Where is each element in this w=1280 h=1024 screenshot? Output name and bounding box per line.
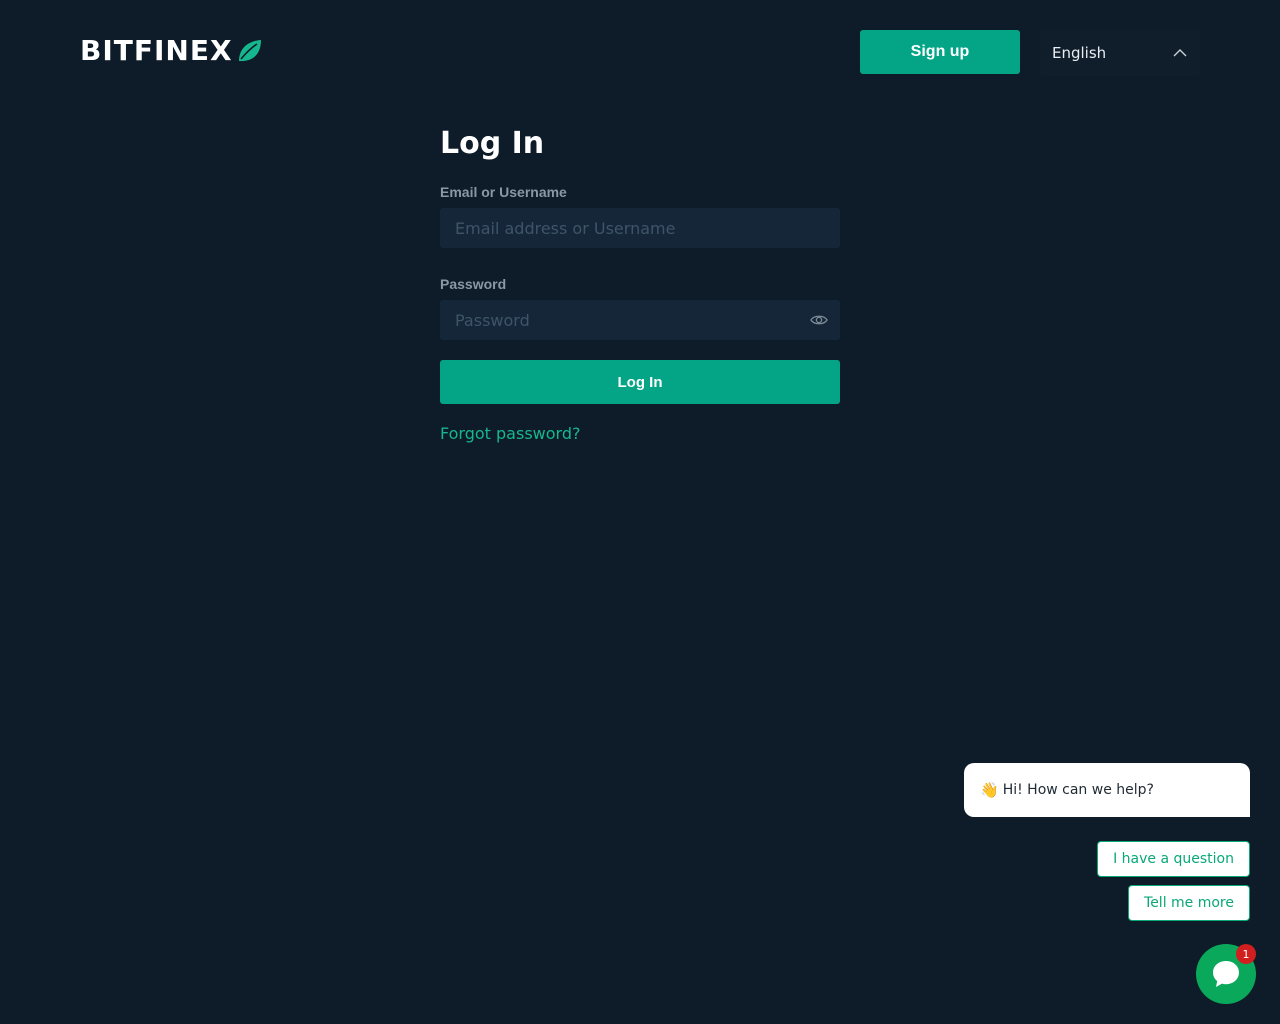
email-label: Email or Username <box>440 184 567 200</box>
password-input[interactable] <box>440 300 840 340</box>
chat-option-question[interactable]: I have a question <box>1097 841 1250 877</box>
language-label: English <box>1052 44 1107 62</box>
password-field-wrapper <box>440 300 840 340</box>
email-input[interactable] <box>440 208 840 248</box>
chat-greeting-bubble[interactable]: 👋 Hi! How can we help? <box>964 763 1250 817</box>
chat-bubble-icon <box>1213 961 1239 987</box>
logo-text: BITFINEX <box>80 34 233 67</box>
login-button[interactable]: Log In <box>440 360 840 404</box>
login-form: Log In Email or Username Password Log In… <box>440 126 840 444</box>
password-label: Password <box>440 276 507 292</box>
chat-greeting-text: Hi! How can we help? <box>1002 782 1154 798</box>
chevron-up-icon <box>1173 49 1187 57</box>
signup-button[interactable]: Sign up <box>860 30 1020 74</box>
leaf-icon <box>238 40 261 62</box>
unread-badge: 1 <box>1236 944 1256 964</box>
forgot-password-link[interactable]: Forgot password? <box>440 424 580 443</box>
login-page: BITFINEX Sign up English Log In Email or… <box>0 0 1280 1024</box>
waving-hand-icon: 👋 <box>980 781 999 799</box>
email-field-wrapper <box>440 208 840 248</box>
language-select[interactable]: English <box>1040 30 1200 76</box>
eye-icon[interactable] <box>810 311 828 329</box>
chat-option-tell-more[interactable]: Tell me more <box>1128 885 1250 921</box>
page-title: Log In <box>440 126 545 161</box>
bitfinex-logo[interactable]: BITFINEX <box>80 36 262 66</box>
